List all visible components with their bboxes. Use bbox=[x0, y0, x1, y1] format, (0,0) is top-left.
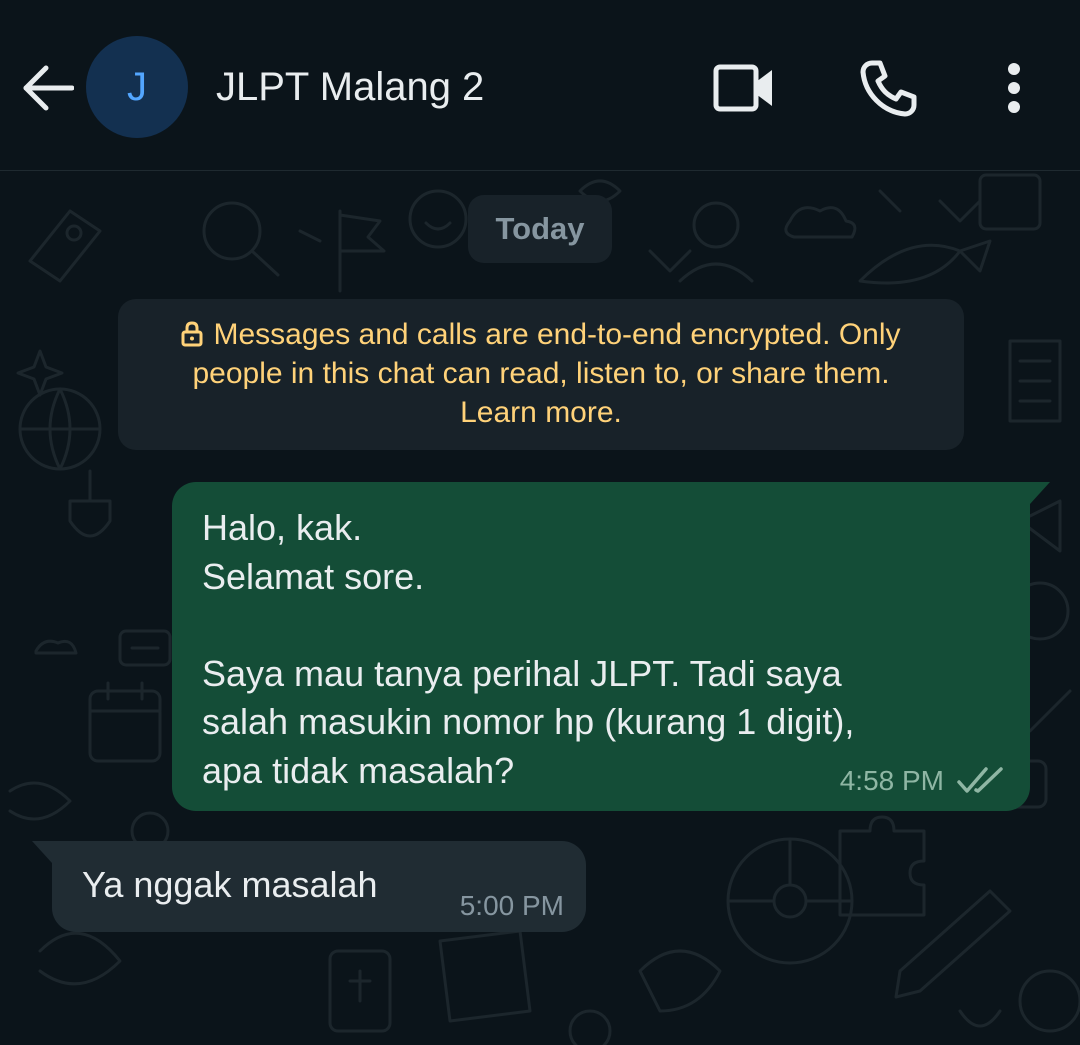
message-meta: 4:58 PM bbox=[840, 765, 1004, 797]
date-label: Today bbox=[495, 211, 585, 246]
back-button[interactable] bbox=[18, 58, 78, 118]
outgoing-message[interactable]: Halo, kak. Selamat sore. Saya mau tanya … bbox=[172, 482, 1050, 811]
message-text: Halo, kak. Selamat sore. Saya mau tanya … bbox=[202, 507, 855, 791]
incoming-message[interactable]: Ya nggak masalah 5:00 PM bbox=[32, 841, 586, 932]
video-call-button[interactable] bbox=[708, 56, 780, 120]
message-time: 4:58 PM bbox=[839, 765, 944, 796]
chat-header: J JLPT Malang 2 bbox=[0, 0, 1080, 171]
more-vertical-icon bbox=[1008, 63, 1020, 113]
chat-area[interactable]: Today Messages and calls are end-to-end … bbox=[0, 171, 1080, 1045]
learn-more-link[interactable]: Learn more. bbox=[146, 393, 936, 432]
more-options-button[interactable] bbox=[990, 56, 1038, 120]
date-divider: Today bbox=[468, 195, 612, 263]
video-camera-icon bbox=[713, 64, 772, 112]
voice-call-button[interactable] bbox=[852, 52, 924, 124]
message-time: 5:00 PM bbox=[459, 890, 564, 921]
bubble-tail bbox=[32, 841, 52, 863]
encryption-notice-line1: Messages and calls are end-to-end encryp… bbox=[146, 315, 936, 354]
encryption-notice-line2: people in this chat can read, listen to,… bbox=[192, 357, 890, 390]
chat-screen: J JLPT Malang 2 Today Messages and calls… bbox=[0, 0, 1080, 1045]
avatar[interactable]: J bbox=[86, 36, 188, 138]
phone-icon bbox=[860, 60, 917, 117]
avatar-letter: J bbox=[127, 64, 147, 109]
lock-icon bbox=[181, 321, 203, 347]
encryption-notice[interactable]: Messages and calls are end-to-end encryp… bbox=[118, 299, 964, 450]
chat-title[interactable]: JLPT Malang 2 bbox=[216, 62, 484, 112]
double-check-icon bbox=[957, 767, 1003, 793]
bubble-tail bbox=[1030, 482, 1050, 504]
back-arrow-icon bbox=[23, 65, 74, 111]
